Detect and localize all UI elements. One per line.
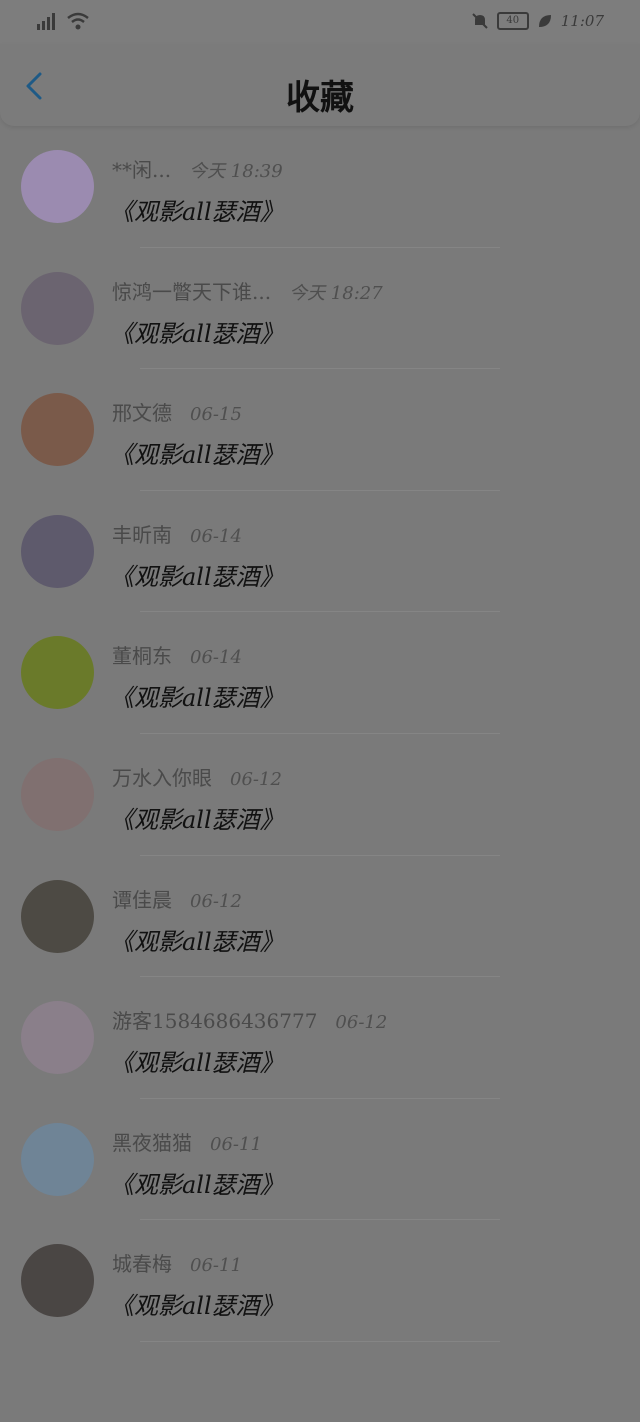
avatar: [21, 1122, 94, 1196]
list-item[interactable]: 谭佳晨 06-12 《观影all瑟酒》: [0, 856, 640, 978]
user-name: 城春梅: [112, 1252, 172, 1277]
avatar: [21, 757, 94, 831]
item-date: 06-12: [190, 890, 242, 912]
list-item[interactable]: 黑夜猫猫 06-11 《观影all瑟酒》: [0, 1099, 640, 1221]
item-date: 06-14: [190, 647, 242, 669]
item-content: 《观影all瑟酒》: [110, 319, 284, 348]
status-bar: 40 11:07: [0, 0, 640, 44]
list-item[interactable]: 董桐东 06-14 《观影all瑟酒》: [0, 612, 640, 734]
avatar: [21, 514, 94, 588]
list-item[interactable]: 丰昕南 06-14 《观影all瑟酒》: [0, 491, 640, 613]
item-content: 《观影all瑟酒》: [110, 684, 284, 713]
favorites-list: **闲... 今天 18:39 《观影all瑟酒》 惊鸿一瞥天下谁... 今天 18…: [0, 126, 640, 1342]
item-date: 06-12: [230, 768, 282, 790]
avatar: [21, 1244, 94, 1318]
leaf-icon: [538, 15, 551, 27]
list-item[interactable]: **闲... 今天 18:39 《观影all瑟酒》: [0, 126, 640, 248]
avatar: [21, 879, 94, 953]
user-name: 万水入你眼: [112, 765, 212, 790]
list-item[interactable]: 游客1584686436777 06-12 《观影all瑟酒》: [0, 977, 640, 1099]
item-date: 06-11: [190, 1255, 242, 1277]
item-date: 06-11: [210, 1133, 262, 1155]
item-date: 06-12: [335, 1012, 388, 1034]
avatar: [21, 636, 94, 710]
user-name: **闲...: [112, 158, 172, 182]
battery-icon: 40: [496, 12, 529, 30]
item-content: 《观影all瑟酒》: [110, 441, 284, 470]
signal-icon: [37, 13, 55, 30]
user-name: 谭佳晨: [112, 887, 172, 912]
item-date: 今天 18:39: [189, 161, 283, 182]
item-content: 《观影all瑟酒》: [110, 1049, 284, 1078]
user-name: 丰昕南: [112, 522, 172, 547]
item-content: 《观影all瑟酒》: [110, 198, 284, 226]
avatar: [21, 150, 94, 223]
bottom-area: [0, 1342, 640, 1422]
avatar: [21, 393, 94, 467]
user-name: 游客1584686436777: [112, 1009, 318, 1034]
page-title: 收藏: [286, 78, 354, 118]
user-name: 邢文德: [112, 401, 172, 426]
item-content: 《观影all瑟酒》: [110, 562, 284, 591]
user-name: 黑夜猫猫: [112, 1130, 192, 1155]
item-content: 《观影all瑟酒》: [110, 1170, 284, 1199]
user-name: 董桐东: [112, 644, 172, 669]
wifi-icon: [67, 12, 89, 30]
item-date: 06-14: [190, 525, 242, 547]
item-content: 《观影all瑟酒》: [110, 805, 284, 834]
list-item[interactable]: 万水入你眼 06-12 《观影all瑟酒》: [0, 734, 640, 856]
top-bar: 收藏: [0, 44, 640, 126]
item-content: 《观影all瑟酒》: [110, 927, 284, 956]
avatar: [21, 1001, 94, 1075]
list-item[interactable]: 城春梅 06-11 《观影all瑟酒》: [0, 1220, 640, 1342]
item-date: 今天 18:27: [289, 282, 383, 304]
clock: 11:07: [560, 12, 604, 30]
list-item[interactable]: 邢文德 06-15 《观影all瑟酒》: [0, 369, 640, 491]
item-content: 《观影all瑟酒》: [110, 1292, 284, 1321]
user-name: 惊鸿一瞥天下谁...: [112, 279, 272, 304]
avatar: [21, 271, 94, 345]
mute-icon: [472, 13, 488, 29]
item-date: 06-15: [190, 404, 242, 426]
list-item[interactable]: 惊鸿一瞥天下谁... 今天 18:27 《观影all瑟酒》: [0, 248, 640, 370]
